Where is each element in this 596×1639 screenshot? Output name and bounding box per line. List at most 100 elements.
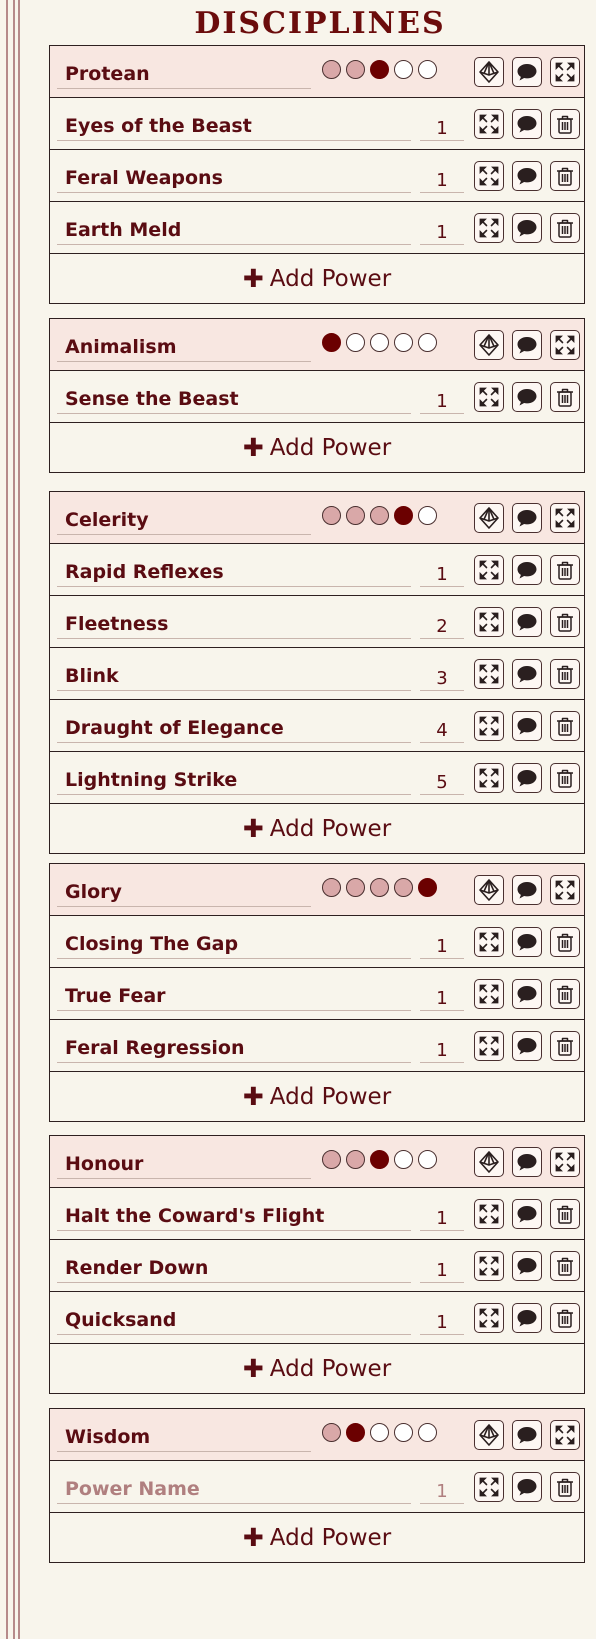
discipline-roll-button[interactable] <box>474 330 504 360</box>
discipline-name-field[interactable]: Protean <box>57 55 311 89</box>
power-expand-button[interactable] <box>474 979 504 1009</box>
discipline-expand-button[interactable] <box>550 1147 580 1177</box>
power-delete-button[interactable] <box>550 1251 580 1281</box>
power-delete-button[interactable] <box>550 1031 580 1061</box>
rating-dot[interactable] <box>394 506 413 525</box>
power-expand-button[interactable] <box>474 1303 504 1333</box>
rating-dot[interactable] <box>370 60 389 79</box>
power-name-field[interactable]: Closing The Gap <box>57 925 411 959</box>
rating-dot[interactable] <box>418 1423 437 1442</box>
rating-dot[interactable] <box>370 1150 389 1169</box>
discipline-notes-button[interactable] <box>512 57 542 87</box>
discipline-roll-button[interactable] <box>474 503 504 533</box>
power-name-field[interactable]: Fleetness <box>57 605 411 639</box>
rating-dot[interactable] <box>418 60 437 79</box>
power-delete-button[interactable] <box>550 927 580 957</box>
discipline-name-field[interactable]: Animalism <box>57 328 311 362</box>
discipline-expand-button[interactable] <box>550 330 580 360</box>
rating-dot[interactable] <box>322 60 341 79</box>
power-level-field[interactable]: 3 <box>420 662 464 691</box>
power-level-field[interactable]: 1 <box>420 385 464 414</box>
power-expand-button[interactable] <box>474 1031 504 1061</box>
rating-dot[interactable] <box>370 506 389 525</box>
power-name-field[interactable]: Feral Regression <box>57 1029 411 1063</box>
power-notes-button[interactable] <box>512 711 542 741</box>
discipline-expand-button[interactable] <box>550 1420 580 1450</box>
discipline-expand-button[interactable] <box>550 57 580 87</box>
rating-dot[interactable] <box>322 1423 341 1442</box>
rating-dot[interactable] <box>418 1150 437 1169</box>
power-level-field[interactable]: 1 <box>420 982 464 1011</box>
power-name-field[interactable]: Quicksand <box>57 1301 411 1335</box>
discipline-expand-button[interactable] <box>550 875 580 905</box>
power-level-field[interactable]: 2 <box>420 610 464 639</box>
power-expand-button[interactable] <box>474 1472 504 1502</box>
power-delete-button[interactable] <box>550 555 580 585</box>
rating-dot[interactable] <box>394 333 413 352</box>
power-notes-button[interactable] <box>512 1251 542 1281</box>
power-level-field[interactable]: 1 <box>420 112 464 141</box>
discipline-roll-button[interactable] <box>474 875 504 905</box>
power-expand-button[interactable] <box>474 161 504 191</box>
power-delete-button[interactable] <box>550 1472 580 1502</box>
rating-dot[interactable] <box>418 878 437 897</box>
rating-dot[interactable] <box>418 333 437 352</box>
power-notes-button[interactable] <box>512 213 542 243</box>
add-power-button[interactable]: ✚ Add Power <box>50 804 584 853</box>
rating-dot[interactable] <box>394 60 413 79</box>
rating-dot[interactable] <box>394 1423 413 1442</box>
power-name-field[interactable]: Eyes of the Beast <box>57 107 411 141</box>
power-name-field[interactable]: Feral Weapons <box>57 159 411 193</box>
power-expand-button[interactable] <box>474 1251 504 1281</box>
rating-dot[interactable] <box>394 878 413 897</box>
discipline-notes-button[interactable] <box>512 875 542 905</box>
power-expand-button[interactable] <box>474 711 504 741</box>
power-delete-button[interactable] <box>550 1199 580 1229</box>
rating-dot[interactable] <box>322 333 341 352</box>
rating-dot[interactable] <box>346 878 365 897</box>
rating-dot[interactable] <box>322 878 341 897</box>
discipline-name-field[interactable]: Celerity <box>57 501 311 535</box>
power-notes-button[interactable] <box>512 382 542 412</box>
power-level-field[interactable]: 1 <box>420 1306 464 1335</box>
rating-dot[interactable] <box>418 506 437 525</box>
power-notes-button[interactable] <box>512 1303 542 1333</box>
power-level-field[interactable]: 1 <box>420 1034 464 1063</box>
power-level-field[interactable]: 4 <box>420 714 464 743</box>
rating-dot[interactable] <box>394 1150 413 1169</box>
power-delete-button[interactable] <box>550 979 580 1009</box>
power-expand-button[interactable] <box>474 659 504 689</box>
power-notes-button[interactable] <box>512 1199 542 1229</box>
rating-dot[interactable] <box>346 333 365 352</box>
discipline-name-field[interactable]: Glory <box>57 873 311 907</box>
power-level-field[interactable]: 5 <box>420 766 464 795</box>
power-delete-button[interactable] <box>550 607 580 637</box>
power-level-field[interactable]: 1 <box>420 558 464 587</box>
power-expand-button[interactable] <box>474 763 504 793</box>
power-level-field[interactable]: 1 <box>420 1475 464 1504</box>
power-name-field[interactable]: Blink <box>57 657 411 691</box>
power-name-field[interactable]: Halt the Coward's Flight <box>57 1197 411 1231</box>
power-delete-button[interactable] <box>550 763 580 793</box>
discipline-notes-button[interactable] <box>512 1420 542 1450</box>
power-delete-button[interactable] <box>550 711 580 741</box>
power-name-field[interactable]: True Fear <box>57 977 411 1011</box>
discipline-expand-button[interactable] <box>550 503 580 533</box>
discipline-notes-button[interactable] <box>512 1147 542 1177</box>
add-power-button[interactable]: ✚ Add Power <box>50 254 584 303</box>
add-power-button[interactable]: ✚ Add Power <box>50 423 584 472</box>
power-notes-button[interactable] <box>512 607 542 637</box>
power-delete-button[interactable] <box>550 1303 580 1333</box>
power-delete-button[interactable] <box>550 213 580 243</box>
rating-dot[interactable] <box>370 878 389 897</box>
power-notes-button[interactable] <box>512 1472 542 1502</box>
rating-dot[interactable] <box>322 1150 341 1169</box>
power-level-field[interactable]: 1 <box>420 164 464 193</box>
power-notes-button[interactable] <box>512 555 542 585</box>
rating-dot[interactable] <box>346 1423 365 1442</box>
power-delete-button[interactable] <box>550 109 580 139</box>
power-expand-button[interactable] <box>474 555 504 585</box>
rating-dot[interactable] <box>370 333 389 352</box>
discipline-notes-button[interactable] <box>512 330 542 360</box>
power-notes-button[interactable] <box>512 1031 542 1061</box>
